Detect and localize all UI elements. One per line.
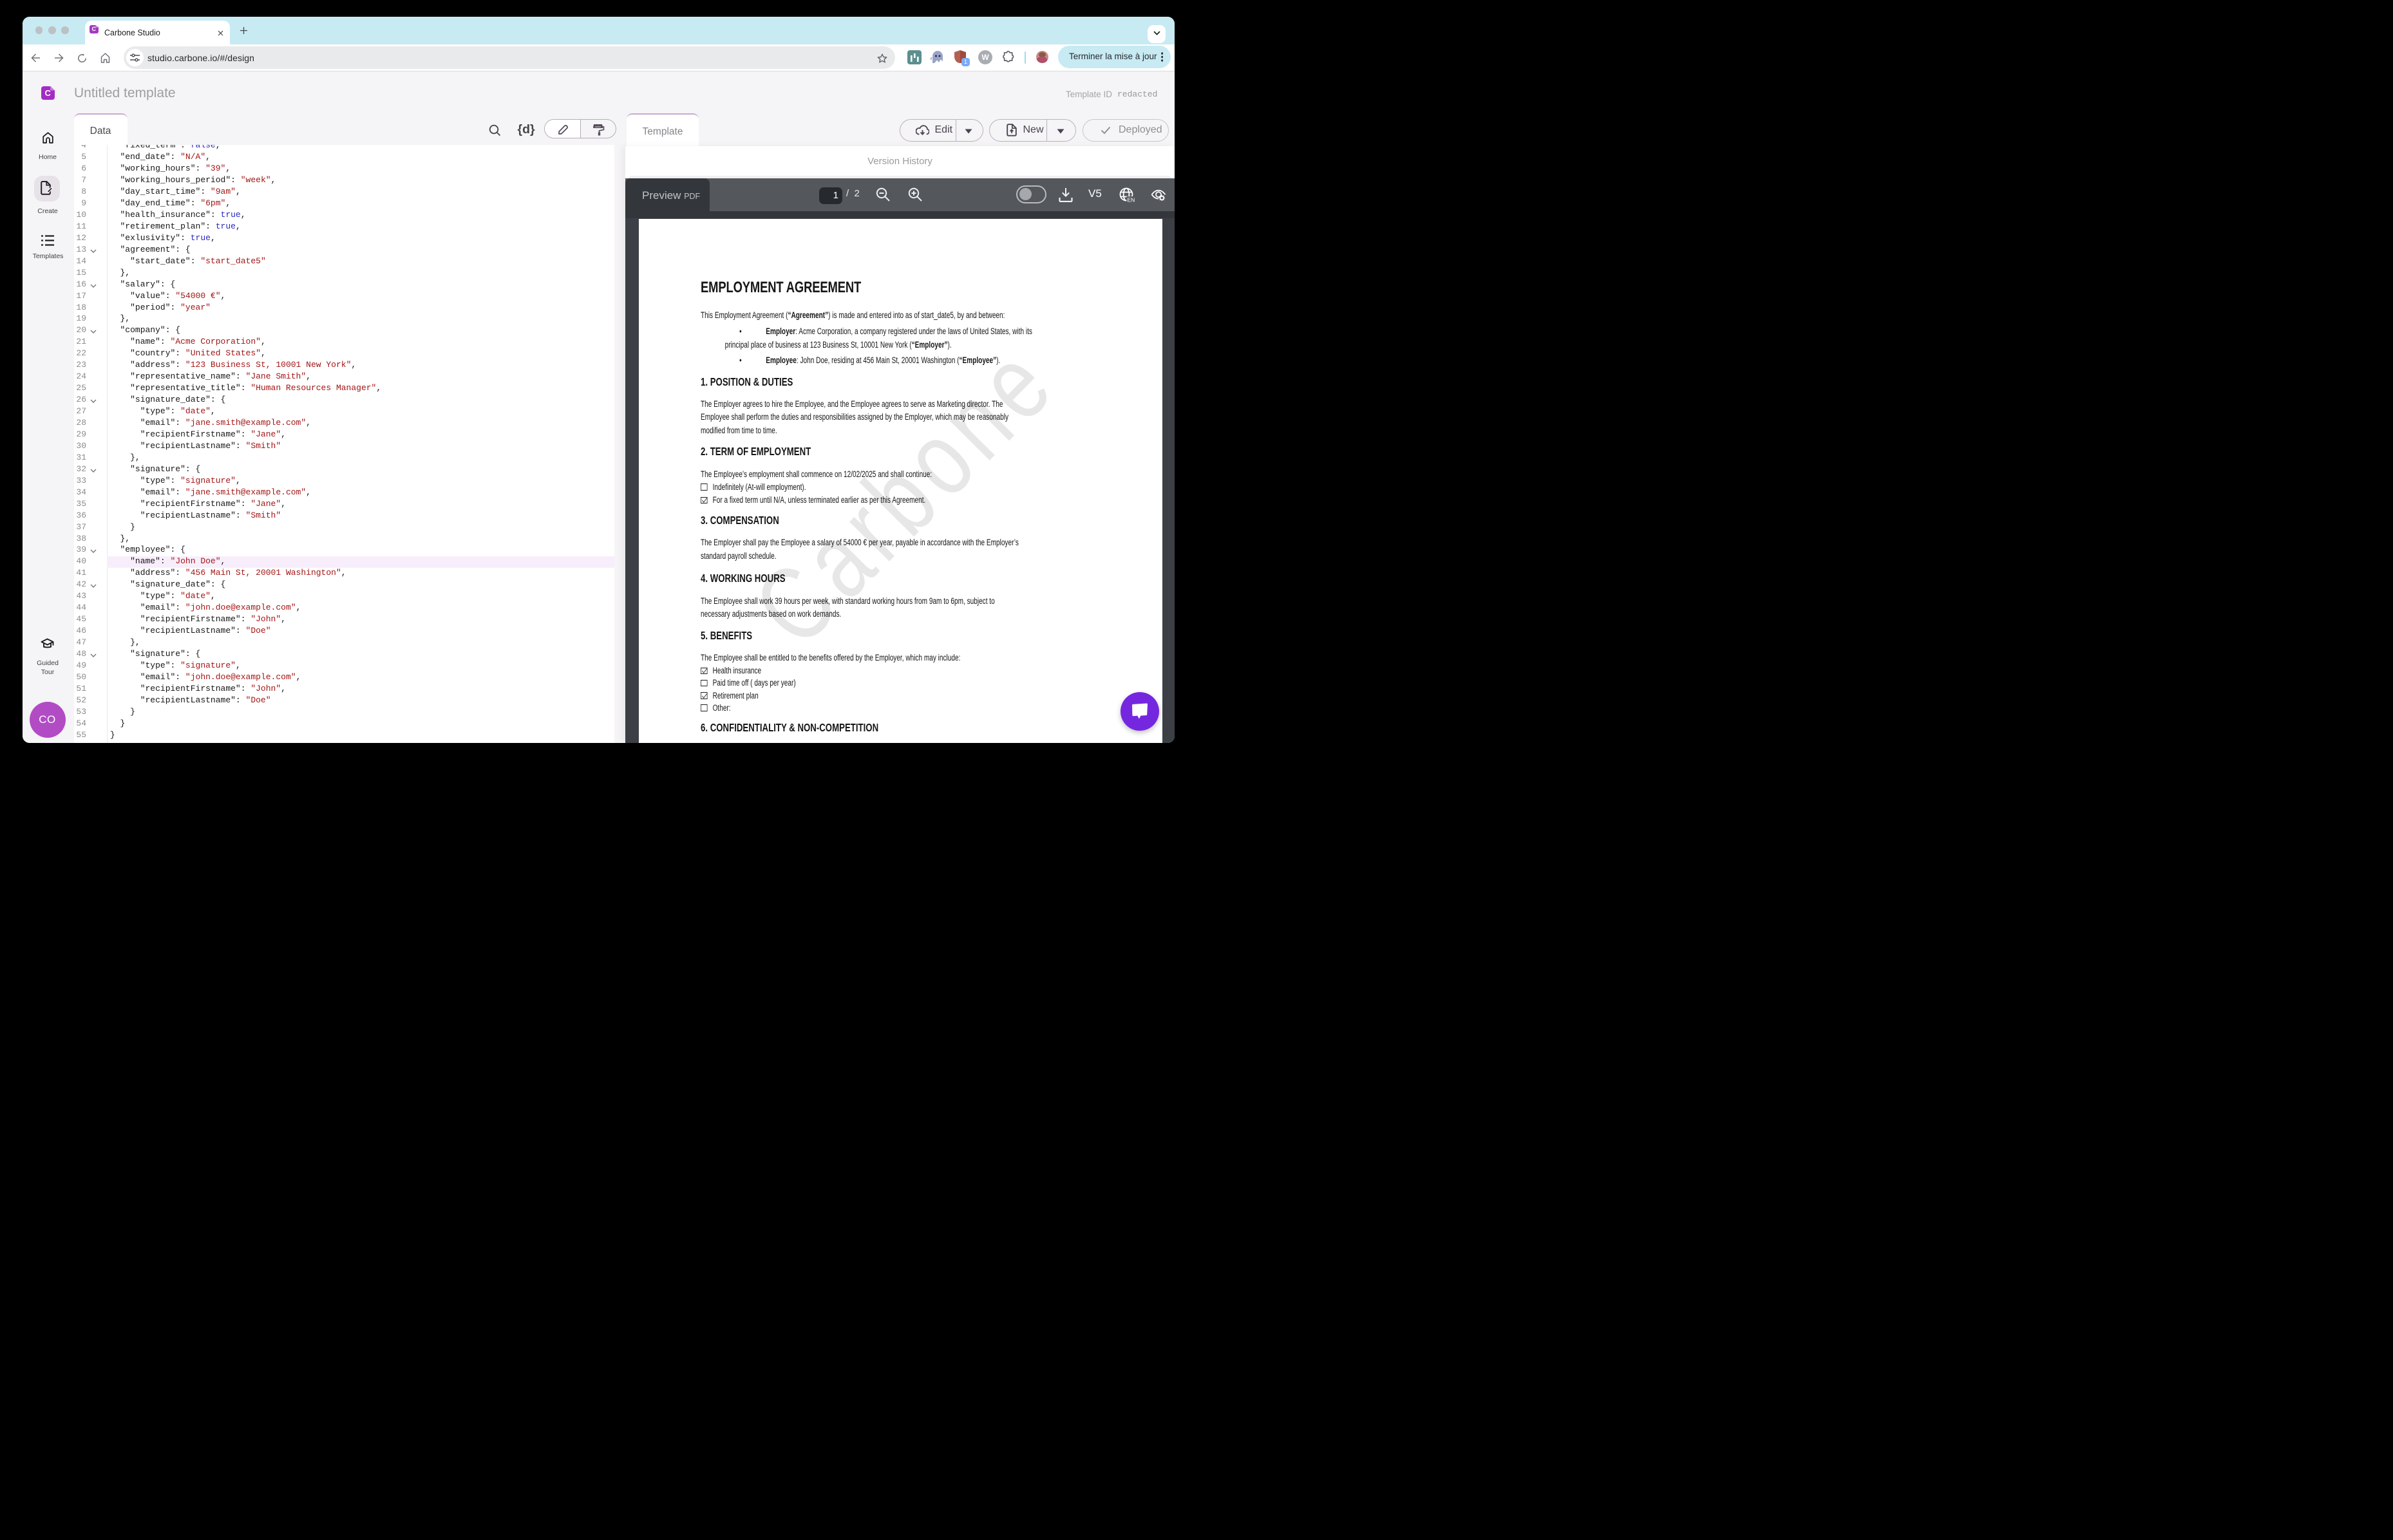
svg-text:EN: EN [1128,197,1135,203]
